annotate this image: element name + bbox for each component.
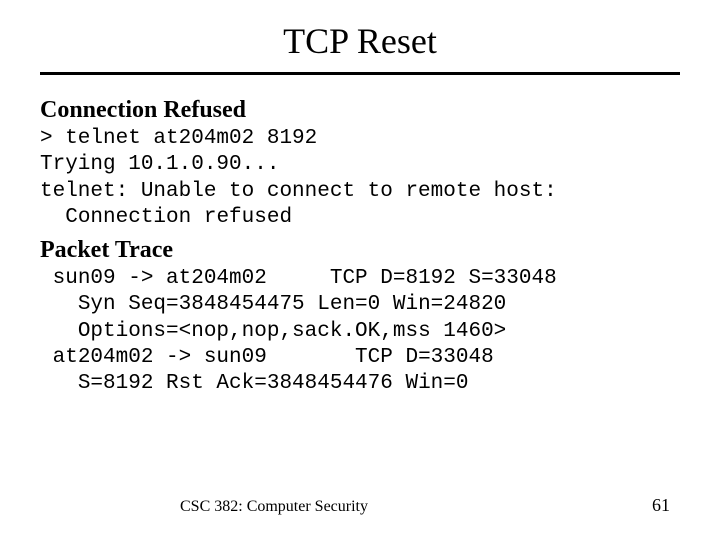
code-block-telnet: > telnet at204m02 8192 Trying 10.1.0.90.… <box>40 126 680 231</box>
title-rule <box>40 72 680 75</box>
slide-title: TCP Reset <box>40 20 680 62</box>
code-block-trace: sun09 -> at204m02 TCP D=8192 S=33048 Syn… <box>40 266 680 397</box>
footer-course: CSC 382: Computer Security <box>180 498 368 516</box>
section-heading-packet-trace: Packet Trace <box>40 237 680 264</box>
slide-footer: CSC 382: Computer Security 61 <box>0 495 720 516</box>
section-heading-connection-refused: Connection Refused <box>40 97 680 124</box>
footer-page-number: 61 <box>652 495 670 516</box>
